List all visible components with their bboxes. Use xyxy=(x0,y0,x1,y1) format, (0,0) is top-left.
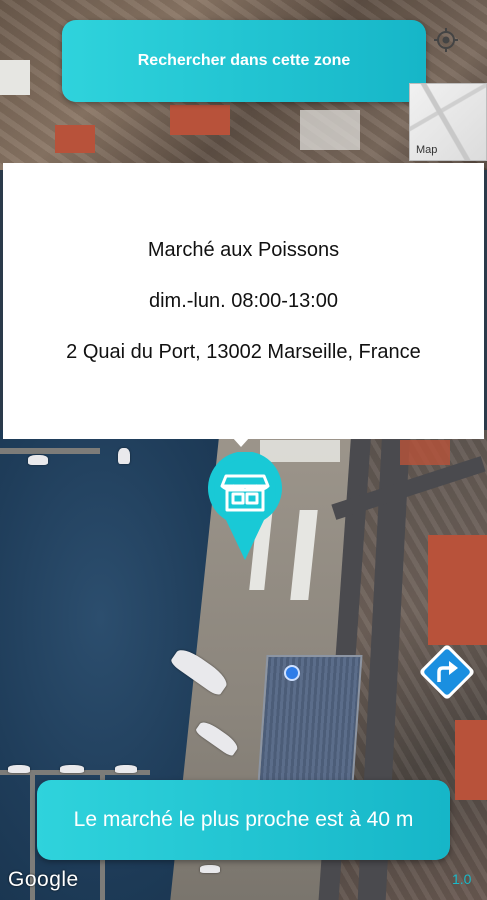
map-boat xyxy=(118,448,130,464)
map-boat xyxy=(8,765,30,773)
market-map-marker[interactable] xyxy=(206,451,284,562)
map-roof xyxy=(400,440,450,465)
market-stall-icon xyxy=(208,451,282,560)
map-boat xyxy=(60,765,84,773)
map-boat xyxy=(115,765,137,773)
map-roof xyxy=(0,60,30,95)
google-attribution-logo: Google xyxy=(8,868,79,891)
map-pier xyxy=(0,448,100,454)
map-boat xyxy=(28,455,48,465)
nearest-market-banner: Le marché le plus proche est à 40 m xyxy=(37,780,450,860)
directions-arrow-icon xyxy=(420,645,474,699)
info-card-pointer xyxy=(232,437,250,447)
app-version-label: 1.0 xyxy=(452,871,472,887)
market-name: Marché aux Poissons xyxy=(147,238,340,261)
directions-button[interactable] xyxy=(415,640,479,704)
market-hours: dim.-lun. 08:00-13:00 xyxy=(148,289,338,312)
map-roof xyxy=(428,535,487,645)
map-type-toggle[interactable]: Map xyxy=(409,83,487,161)
user-location-dot xyxy=(284,665,300,681)
map-type-label: Map xyxy=(416,144,438,156)
map-boat xyxy=(200,865,220,873)
map-roof xyxy=(55,125,95,153)
my-location-icon xyxy=(434,28,458,52)
search-this-area-button[interactable]: Rechercher dans cette zone xyxy=(62,20,426,102)
my-location-button[interactable] xyxy=(428,20,464,60)
map-roof xyxy=(170,105,230,135)
map-roof xyxy=(455,720,487,800)
market-address: 2 Quai du Port, 13002 Marseille, France xyxy=(66,340,421,363)
map-roof xyxy=(300,110,360,150)
map-hall-building xyxy=(257,655,363,784)
market-info-card[interactable]: Marché aux Poissons dim.-lun. 08:00-13:0… xyxy=(3,163,484,439)
